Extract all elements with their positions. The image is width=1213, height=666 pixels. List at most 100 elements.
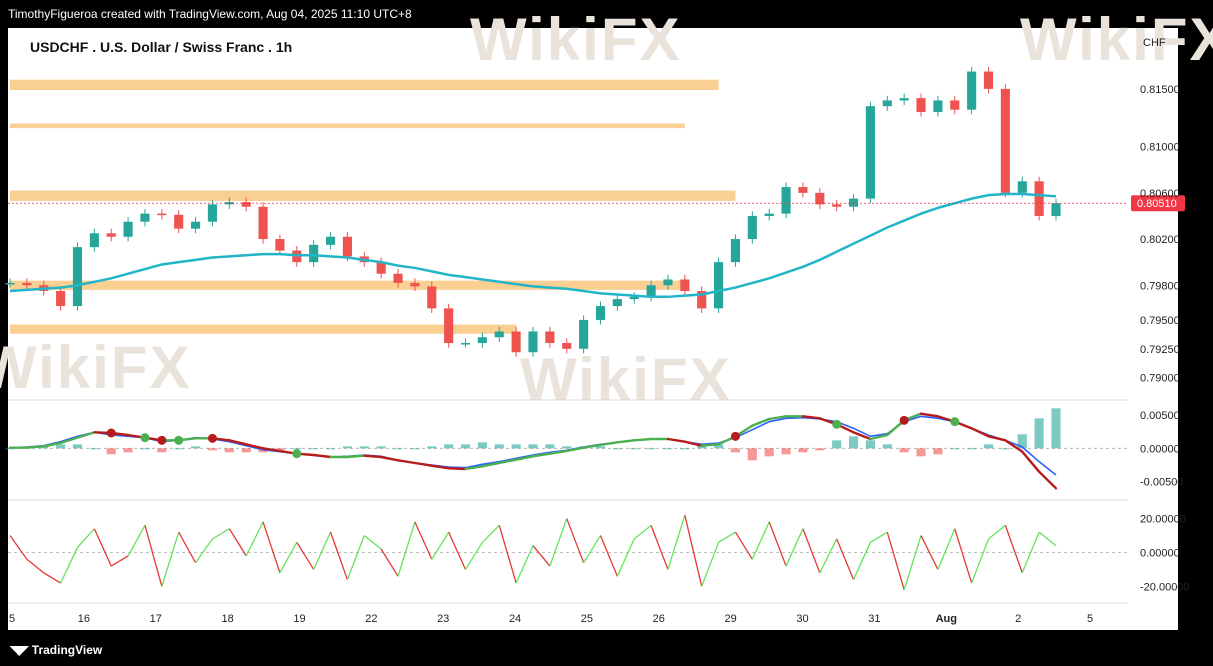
candle-body <box>579 319 589 349</box>
macd-histogram-bar <box>460 444 471 449</box>
candle-body <box>1000 88 1010 193</box>
price-tick-label: 0.80200 <box>1140 234 1180 246</box>
macd-histogram-bar <box>646 448 656 450</box>
candle-body <box>815 192 825 205</box>
oscillator-layer <box>8 514 1128 591</box>
macd-histogram-bar <box>325 448 336 450</box>
oscillator-segment <box>9 535 28 560</box>
candle-body <box>832 204 842 207</box>
watermark-text: WikiFX <box>520 346 731 413</box>
macd-histogram-bar <box>612 448 622 450</box>
candle-body <box>950 100 960 110</box>
macd-histogram-bar <box>933 448 943 455</box>
candle-body <box>714 262 724 309</box>
macd-histogram-bar <box>157 448 167 453</box>
signal-line-segment <box>447 467 467 471</box>
signal-line-segment <box>599 441 619 447</box>
macd-cross-dot <box>157 435 167 445</box>
macd-histogram-bar <box>882 444 892 449</box>
oscillator-segment <box>802 528 821 574</box>
time-tick-label: 23 <box>437 613 449 625</box>
candle-body <box>174 214 184 229</box>
signal-line-segment <box>666 437 687 443</box>
oscillator-segment <box>599 535 618 577</box>
oscillator-segment <box>448 531 467 570</box>
macd-histogram-bar <box>848 436 859 449</box>
oscillator-segment <box>1004 525 1023 574</box>
signal-line-segment <box>312 453 332 459</box>
brand-name: TradingView <box>31 643 103 657</box>
price-tick-label: 0.79800 <box>1140 280 1180 292</box>
price-candles <box>5 66 1061 357</box>
oscillator-segment <box>701 542 720 587</box>
oscillator-segment <box>684 515 703 587</box>
signal-line-segment <box>379 455 400 462</box>
candle-body <box>258 206 268 240</box>
oscillator-segment <box>971 538 990 584</box>
oscillator-segment <box>836 538 855 580</box>
macd-cross-dot <box>106 428 116 438</box>
oscillator-segment <box>481 524 500 543</box>
oscillator-segment <box>212 528 230 540</box>
macd-histogram-bar <box>916 448 926 457</box>
oscillator-segment <box>245 521 264 557</box>
signal-line-segment <box>363 454 383 459</box>
oscillator-segment <box>363 535 382 550</box>
macd-histogram-bar <box>1051 408 1061 449</box>
time-tick-label: 2 <box>1015 613 1021 625</box>
oscillator-segment <box>431 531 450 560</box>
macd-histogram-bar <box>663 448 673 450</box>
oscillator-segment <box>329 531 349 580</box>
signal-line-segment <box>25 445 45 449</box>
candle-body <box>663 279 673 286</box>
price-tick-label: 0.81000 <box>1140 142 1180 154</box>
macd-histogram-bar <box>562 446 572 449</box>
time-tick-label: 26 <box>653 613 665 625</box>
macd-histogram-bar <box>56 444 66 449</box>
macd-histogram-bar <box>410 448 420 450</box>
price-tick-label: 0.79000 <box>1140 373 1180 385</box>
macd-cross-dot <box>950 417 960 427</box>
signal-line-segment <box>700 443 720 447</box>
time-tick-label: 30 <box>796 613 808 625</box>
oscillator-segment <box>161 531 180 587</box>
macd-tick-label: 0.00500 <box>1140 410 1180 422</box>
macd-layer <box>5 408 1128 490</box>
macd-histogram-bar <box>680 448 690 450</box>
candle-body <box>477 337 487 344</box>
candle-body <box>933 100 943 112</box>
candle-body <box>309 244 319 263</box>
oscillator-segment <box>886 531 905 591</box>
candle-body <box>983 71 994 89</box>
oscillator-segment <box>988 524 1006 540</box>
macd-histogram-bar <box>140 448 150 450</box>
macd-histogram-bar <box>342 446 352 449</box>
candle-body <box>967 71 977 110</box>
candle-body <box>545 331 555 344</box>
signal-line-segment <box>970 427 990 438</box>
macd-histogram-bar <box>309 448 319 450</box>
macd-histogram-bar <box>477 442 487 449</box>
oscillator-segment <box>870 531 888 543</box>
macd-histogram-bar <box>781 448 791 455</box>
oscillator-segment <box>262 521 281 574</box>
oscillator-segment <box>734 531 753 560</box>
chart[interactable]: WikiFX WikiFX WikiFX WikiFX 0.80510 0.81… <box>0 0 1213 666</box>
watermark-layer: WikiFX WikiFX WikiFX WikiFX <box>0 6 1213 413</box>
signal-line-segment <box>1037 470 1058 490</box>
price-zone <box>10 123 685 129</box>
candle-body <box>848 198 859 207</box>
candle-body <box>730 239 741 263</box>
candle-body <box>207 204 218 222</box>
candle-body <box>511 331 521 353</box>
tradingview-logo-icon: ◥◤ TradingView <box>10 643 103 657</box>
candle-body <box>275 239 285 251</box>
candle-body <box>1034 181 1044 216</box>
candle-body <box>325 236 336 245</box>
macd-cross-dot <box>832 419 842 429</box>
candle-body <box>22 282 32 286</box>
signal-line-segment <box>346 454 366 459</box>
macd-histogram-bar <box>528 444 538 449</box>
time-tick-label: 31 <box>868 613 880 625</box>
candle-body <box>798 187 808 193</box>
